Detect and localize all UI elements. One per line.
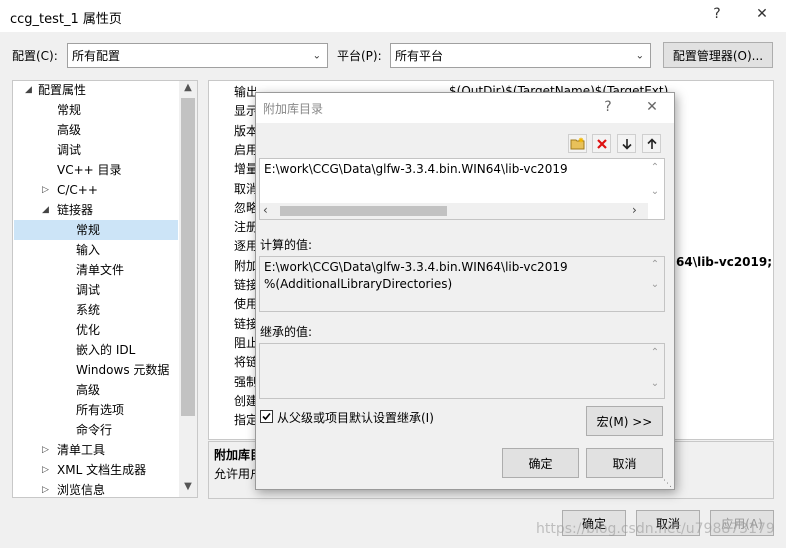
tree-item[interactable]: VC++ 目录 (57, 160, 122, 180)
property-name[interactable]: 取消 (234, 179, 256, 199)
inherited-label: 继承的值: (260, 325, 313, 339)
dialog-ok-button[interactable]: 确定 (502, 448, 579, 478)
tree-expander-icon[interactable]: ▷ (42, 440, 49, 460)
tree-expander-icon[interactable]: ◢ (42, 200, 49, 220)
tree-item[interactable]: XML 文档生成器 (57, 460, 146, 480)
property-name[interactable]: 显示 (234, 101, 256, 121)
inherit-checkbox[interactable] (260, 410, 273, 423)
config-select-value: 所有配置 (72, 49, 121, 63)
platform-select-value: 所有平台 (395, 49, 444, 63)
tree-item[interactable]: 系统 (76, 300, 100, 320)
property-name[interactable]: 强制 (234, 372, 256, 392)
tree-expander-icon[interactable]: ▷ (42, 180, 49, 200)
tree-item[interactable]: 常规 (57, 100, 81, 120)
help-button[interactable]: ? (706, 6, 728, 22)
computed-value-1: E:\work\CCG\Data\glfw-3.3.4.bin.WIN64\li… (264, 260, 568, 274)
arrow-down-icon (621, 138, 632, 150)
config-label: 配置(C): (12, 49, 58, 63)
property-name[interactable]: 使用 (234, 294, 256, 314)
tree-item[interactable]: 所有选项 (76, 400, 124, 420)
tree-item[interactable]: 清单工具 (57, 440, 105, 460)
scroll-down-icon[interactable]: ▼ (179, 481, 197, 497)
delete-line-button[interactable] (592, 134, 611, 153)
property-name[interactable]: 链接 (234, 275, 256, 295)
tree-expander-icon[interactable]: ▷ (42, 460, 49, 480)
tree-expander-icon[interactable]: ▷ (42, 480, 49, 500)
dialog-cancel-button[interactable]: 取消 (586, 448, 663, 478)
arrow-up-icon (646, 137, 657, 149)
platform-label: 平台(P): (337, 49, 382, 63)
tree-item[interactable]: 调试 (57, 140, 81, 160)
tree-item[interactable]: C/C++ (57, 180, 98, 200)
new-line-button[interactable] (568, 134, 587, 153)
property-name[interactable]: 启用 (234, 140, 256, 160)
tree-item[interactable]: 命令行 (76, 420, 112, 440)
checkmark-icon (262, 412, 271, 421)
tree-expander-icon[interactable]: ◢ (25, 80, 32, 100)
scroll-down-icon[interactable]: ⌄ (648, 378, 662, 389)
platform-select[interactable]: 所有平台 ⌄ (390, 43, 651, 68)
tree-item[interactable]: 优化 (76, 320, 100, 340)
tree-item[interactable]: 嵌入的 IDL (76, 340, 135, 360)
config-manager-button[interactable]: 配置管理器(O)... (663, 42, 773, 68)
tree-item[interactable]: 常规 (76, 220, 100, 240)
scroll-up-icon[interactable]: ⌃ (648, 347, 662, 358)
watermark: https://blog.csdn.net/u798873179 (536, 521, 775, 537)
tree-scroll-thumb[interactable] (181, 98, 195, 416)
property-name[interactable]: 附加 (234, 256, 256, 276)
chevron-down-icon: ⌄ (635, 50, 644, 61)
scroll-right-icon[interactable]: › (632, 203, 637, 217)
config-select[interactable]: 所有配置 ⌄ (67, 43, 328, 68)
property-name[interactable]: 注册 (234, 217, 256, 237)
scroll-down-icon[interactable]: ⌄ (648, 186, 662, 197)
property-name[interactable]: 阻止 (234, 333, 256, 353)
tree-item[interactable]: 输入 (76, 240, 100, 260)
scroll-up-icon[interactable]: ▲ (179, 82, 197, 98)
tree-item[interactable]: 配置属性 (38, 80, 86, 100)
scroll-up-icon[interactable]: ⌃ (648, 162, 662, 173)
close-button[interactable]: ✕ (750, 6, 774, 22)
scroll-left-icon[interactable]: ‹ (263, 203, 268, 217)
entries-hscroll-thumb[interactable] (280, 206, 447, 216)
resize-grip-icon[interactable]: ⋱ (663, 479, 672, 489)
property-name[interactable]: 链接 (234, 314, 256, 334)
property-name[interactable]: 将链 (234, 352, 256, 372)
tree-item[interactable]: 高级 (76, 380, 100, 400)
move-down-button[interactable] (617, 134, 636, 153)
tree-item[interactable]: 链接器 (57, 200, 93, 220)
tree-item[interactable]: 高级 (57, 120, 81, 140)
window-title: ccg_test_1 属性页 (10, 12, 122, 27)
additional-dirs-value: 64\lib-vc2019;% (676, 255, 772, 269)
macro-button[interactable]: 宏(M) >> (586, 406, 663, 436)
tree-item[interactable]: 清单文件 (76, 260, 124, 280)
scroll-up-icon[interactable]: ⌃ (648, 259, 662, 270)
property-name[interactable]: 输出文件 (234, 82, 256, 102)
new-folder-icon (570, 137, 585, 150)
computed-label: 计算的值: (260, 238, 313, 252)
dialog-title: 附加库目录 (263, 102, 324, 116)
property-name[interactable]: 逐用 (234, 236, 256, 256)
entry-line[interactable]: E:\work\CCG\Data\glfw-3.3.4.bin.WIN64\li… (264, 162, 568, 176)
scroll-down-icon[interactable]: ⌄ (648, 279, 662, 290)
property-name[interactable]: 版本 (234, 121, 256, 141)
delete-icon (596, 138, 607, 149)
tree-item[interactable]: 调试 (76, 280, 100, 300)
dialog-help-button[interactable]: ? (598, 99, 618, 115)
property-name[interactable]: 创建 (234, 391, 256, 411)
chevron-down-icon: ⌄ (312, 50, 321, 61)
move-up-button[interactable] (642, 134, 661, 153)
property-name[interactable]: 指定 (234, 410, 256, 430)
inherit-checkbox-label[interactable]: 从父级或项目默认设置继承(I) (277, 409, 434, 426)
computed-value-2: %(AdditionalLibraryDirectories) (264, 277, 453, 291)
tree-item[interactable]: Windows 元数据 (76, 360, 169, 380)
property-name[interactable]: 忽略 (234, 198, 256, 218)
dialog-close-button[interactable]: ✕ (642, 99, 662, 115)
tree-item[interactable]: 浏览信息 (57, 480, 105, 500)
property-name[interactable]: 增量 (234, 159, 256, 179)
inherited-box (259, 343, 665, 399)
